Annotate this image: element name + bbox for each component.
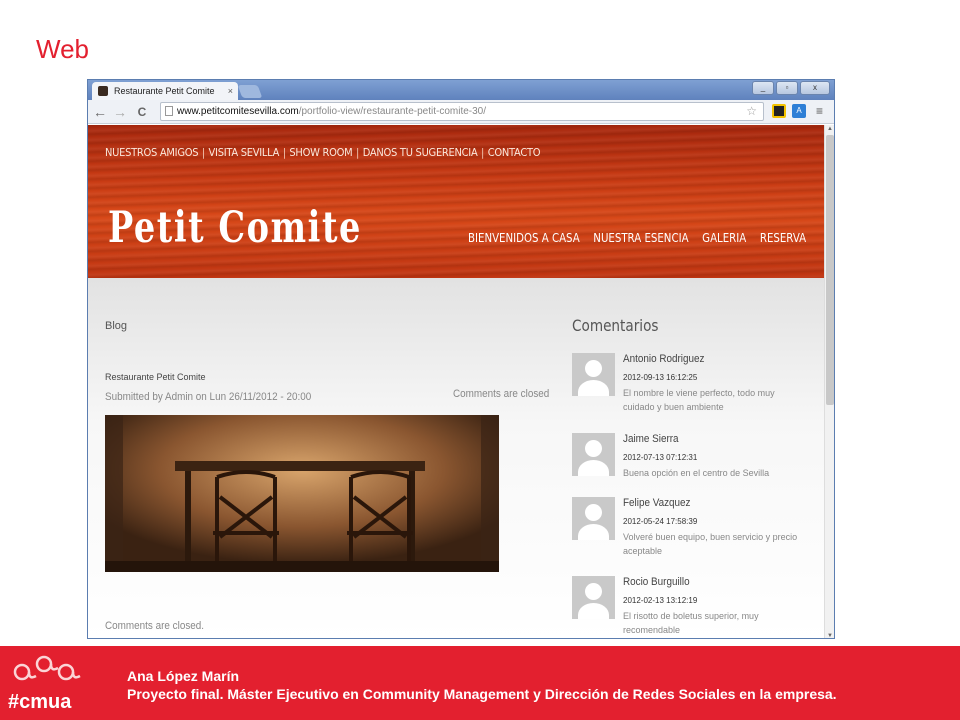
- comment-item: Jaime Sierra 2012-07-13 07:12:31 Buena o…: [572, 433, 812, 493]
- restaurant-photo: [105, 415, 499, 572]
- project-description: Proyecto final. Máster Ejecutivo en Comm…: [127, 686, 837, 702]
- comment-text: El risotto de boletus superior, muy reco…: [623, 611, 759, 635]
- comment-author: Jaime Sierra: [623, 433, 679, 445]
- favicon-icon: [98, 86, 108, 96]
- nav-separator: |: [282, 146, 286, 159]
- slide-title: Web: [36, 34, 89, 64]
- comments-heading: Comentarios: [572, 316, 659, 335]
- website-content: NUESTROS AMIGOS | VISITA SEVILLA | SHOW ROOM…: [88, 125, 824, 638]
- breadcrumb-blog[interactable]: Blog: [105, 320, 127, 332]
- extension-icon[interactable]: [772, 104, 786, 118]
- page-icon: [165, 106, 173, 116]
- comments-closed-footer: Comments are closed.: [105, 620, 205, 632]
- comment-text: Volveré buen equipo, buen servicio y pre…: [623, 532, 798, 556]
- comment-text: El nombre le viene perfecto, todo muy cu…: [623, 388, 775, 412]
- nav-separator: |: [356, 146, 360, 159]
- main-nav-galeria[interactable]: GALERIA: [702, 231, 746, 245]
- comment-date: 2012-07-13 07:12:31: [623, 453, 698, 462]
- restore-button[interactable]: ▫: [776, 81, 798, 95]
- main-nav-reserva[interactable]: RESERVA: [760, 231, 806, 245]
- comment-author: Felipe Vazquez: [623, 497, 691, 509]
- page-scrollbar[interactable]: ▲ ▼: [824, 125, 834, 638]
- top-nav-visita-sevilla[interactable]: VISITA SEVILLA: [209, 146, 280, 159]
- tab-close-icon[interactable]: ×: [228, 82, 233, 100]
- post-title: Restaurante Petit Comite: [105, 372, 206, 382]
- avatar: [572, 353, 615, 396]
- browser-tab[interactable]: Restaurante Petit Comite ×: [92, 82, 238, 100]
- comment-date: 2012-05-24 17:58:39: [623, 517, 698, 526]
- top-nav-show-room[interactable]: SHOW ROOM: [289, 146, 352, 159]
- comment-author: Rocio Burguillo: [623, 576, 690, 588]
- scroll-thumb[interactable]: [826, 135, 834, 405]
- comment-text: Buena opción en el centro de Sevilla: [623, 468, 770, 478]
- tab-bar: Restaurante Petit Comite × _ ▫ x: [88, 80, 834, 100]
- translate-icon[interactable]: A: [792, 104, 806, 118]
- bookmark-star-icon[interactable]: ☆: [746, 103, 757, 120]
- comment-date: 2012-02-13 13:12:19: [623, 596, 698, 605]
- main-nav-nuestra-esencia[interactable]: NUESTRA ESENCIA: [593, 231, 688, 245]
- page-body: Blog Restaurante Petit Comite Submitted …: [88, 278, 824, 638]
- slide-footer: #cmua Ana López Marín Proyecto final. Má…: [0, 646, 960, 720]
- address-bar[interactable]: www.petitcomitesevilla.com/portfolio-vie…: [160, 102, 764, 121]
- reload-icon[interactable]: C: [134, 103, 150, 121]
- main-nav: BIENVENIDOS A CASA NUESTRA ESENCIA GALERIA…: [468, 231, 820, 245]
- browser-toolbar: ← → C www.petitcomitesevilla.com/portfol…: [88, 100, 834, 124]
- top-nav-nuestros-amigos[interactable]: NUESTROS AMIGOS: [105, 146, 199, 159]
- minimize-button[interactable]: _: [752, 81, 774, 95]
- svg-text:#cmua: #cmua: [8, 691, 72, 713]
- nav-separator: |: [201, 146, 205, 159]
- avatar: [572, 576, 615, 619]
- comment-item: Antonio Rodriguez 2012-09-13 16:12:25 El…: [572, 353, 812, 413]
- comment-item: Felipe Vazquez 2012-05-24 17:58:39 Volve…: [572, 497, 812, 557]
- comments-closed-note: Comments are closed: [453, 388, 550, 400]
- back-arrow-icon[interactable]: ←: [92, 103, 108, 121]
- top-nav-danos-tu-sugerencia[interactable]: DANOS TU SUGERENCIA: [363, 146, 478, 159]
- site-logo[interactable]: Petit Comite: [108, 203, 362, 253]
- url-path: /portfolio-view/restaurante-petit-comite…: [298, 106, 487, 117]
- scroll-up-icon[interactable]: ▲: [826, 126, 834, 132]
- comment-date: 2012-09-13 16:12:25: [623, 373, 698, 382]
- avatar: [572, 433, 615, 476]
- author-name: Ana López Marín: [127, 668, 240, 684]
- post-meta: Submitted by Admin on Lun 26/11/2012 - 2…: [105, 391, 312, 403]
- top-nav: NUESTROS AMIGOS | VISITA SEVILLA | SHOW ROOM…: [105, 146, 541, 159]
- close-window-button[interactable]: x: [800, 81, 830, 95]
- menu-icon[interactable]: ≡: [816, 104, 823, 118]
- chairs-illustration: [105, 415, 499, 572]
- avatar: [572, 497, 615, 540]
- nav-separator: |: [481, 146, 485, 159]
- browser-window: Restaurante Petit Comite × _ ▫ x ← → C w…: [87, 79, 835, 639]
- site-header: NUESTROS AMIGOS | VISITA SEVILLA | SHOW ROOM…: [88, 125, 824, 278]
- top-nav-contacto[interactable]: CONTACTO: [488, 146, 541, 159]
- main-nav-bienvenidos[interactable]: BIENVENIDOS A CASA: [468, 231, 580, 245]
- tab-title: Restaurante Petit Comite: [114, 86, 215, 96]
- forward-arrow-icon[interactable]: →: [112, 103, 128, 121]
- scroll-down-icon[interactable]: ▼: [826, 633, 834, 638]
- url-domain: www.petitcomitesevilla.com: [177, 106, 299, 117]
- comment-author: Antonio Rodriguez: [623, 353, 705, 365]
- cmua-logo: #cmua: [8, 655, 81, 713]
- window-controls: _ ▫ x: [752, 81, 830, 95]
- comment-item: Rocio Burguillo 2012-02-13 13:12:19 El r…: [572, 576, 812, 636]
- new-tab-button[interactable]: [237, 85, 263, 98]
